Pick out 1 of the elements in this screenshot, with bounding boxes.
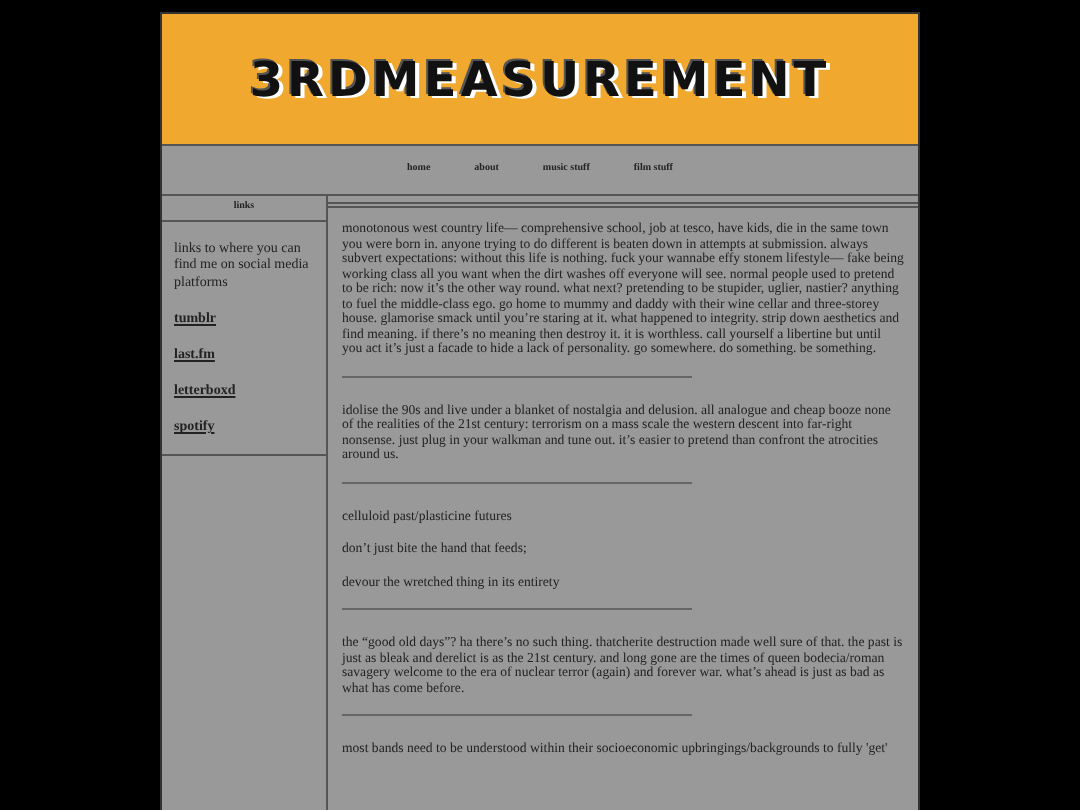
site-title: 3RDMEASUREMENT [249,49,831,111]
